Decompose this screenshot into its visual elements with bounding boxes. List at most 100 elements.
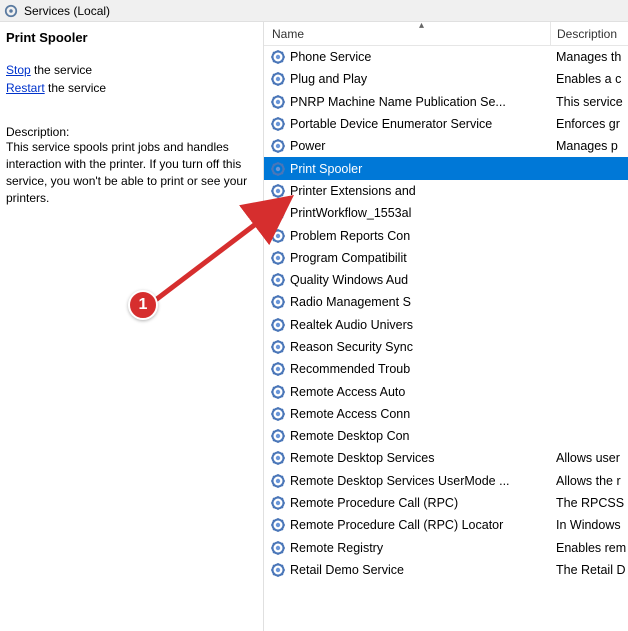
service-row[interactable]: Remote Procedure Call (RPC) The RPCSS: [264, 492, 628, 514]
service-gear-icon: [270, 450, 286, 466]
service-gear-icon: [270, 339, 286, 355]
column-header-name[interactable]: Name: [264, 27, 550, 41]
details-pane: Print Spooler Stop the service Restart t…: [0, 22, 264, 631]
service-row[interactable]: Plug and Play Enables a c: [264, 68, 628, 90]
service-gear-icon: [270, 250, 286, 266]
service-name-cell: Portable Device Enumerator Service: [264, 116, 550, 132]
service-row[interactable]: PrintWorkflow_1553al: [264, 202, 628, 224]
description-label: Description:: [6, 125, 255, 139]
service-name-cell: Program Compatibilit: [264, 250, 550, 266]
stop-link[interactable]: Stop: [6, 63, 31, 77]
service-row[interactable]: Remote Access Auto: [264, 380, 628, 402]
service-name-cell: PrintWorkflow_1553al: [264, 205, 550, 221]
service-name-text: Program Compatibilit: [290, 251, 407, 265]
sort-indicator-icon: ▴: [419, 20, 424, 31]
service-gear-icon: [270, 71, 286, 87]
service-gear-icon: [270, 495, 286, 511]
service-desc-cell: Enables a c: [550, 72, 628, 86]
service-row[interactable]: Radio Management S: [264, 291, 628, 313]
main-area: Print Spooler Stop the service Restart t…: [0, 22, 628, 631]
service-name-text: Plug and Play: [290, 72, 367, 86]
annotation-badge: 1: [128, 290, 158, 320]
service-name-text: Recommended Troub: [290, 362, 410, 376]
service-gear-icon: [270, 384, 286, 400]
service-gear-icon: [270, 272, 286, 288]
service-name-cell: Remote Desktop Con: [264, 428, 550, 444]
service-row[interactable]: Printer Extensions and: [264, 180, 628, 202]
service-name-text: Phone Service: [290, 50, 371, 64]
service-gear-icon: [270, 205, 286, 221]
service-row[interactable]: Recommended Troub: [264, 358, 628, 380]
service-gear-icon: [270, 294, 286, 310]
services-icon: [4, 4, 18, 18]
service-name-text: Remote Procedure Call (RPC) Locator: [290, 518, 503, 532]
service-row[interactable]: Program Compatibilit: [264, 247, 628, 269]
service-gear-icon: [270, 228, 286, 244]
title-text: Services (Local): [24, 4, 110, 18]
service-gear-icon: [270, 116, 286, 132]
service-row[interactable]: Portable Device Enumerator ServiceEnforc…: [264, 113, 628, 135]
service-name-cell: Problem Reports Con: [264, 228, 550, 244]
service-row[interactable]: Remote Desktop Con: [264, 425, 628, 447]
service-name-cell: Plug and Play: [264, 71, 550, 87]
restart-link[interactable]: Restart: [6, 81, 45, 95]
service-name-text: Quality Windows Aud: [290, 273, 408, 287]
service-gear-icon: [270, 161, 286, 177]
service-name-text: Remote Registry: [290, 541, 383, 555]
service-name-cell: Radio Management S: [264, 294, 550, 310]
service-name-text: Remote Desktop Con: [290, 429, 410, 443]
service-row[interactable]: Reason Security Sync: [264, 336, 628, 358]
service-name-cell: Remote Access Conn: [264, 406, 550, 422]
service-gear-icon: [270, 138, 286, 154]
service-name-text: PNRP Machine Name Publication Se...: [290, 95, 506, 109]
title-bar: Services (Local): [0, 0, 628, 22]
service-name-cell: Remote Procedure Call (RPC) Locator: [264, 517, 550, 533]
service-name-text: Reason Security Sync: [290, 340, 413, 354]
service-row[interactable]: Remote RegistryEnables rem: [264, 537, 628, 559]
service-name-text: Realtek Audio Univers: [290, 318, 413, 332]
service-name-text: Remote Desktop Services: [290, 451, 435, 465]
service-row[interactable]: Print Spooler: [264, 157, 628, 179]
service-row[interactable]: PowerManages p: [264, 135, 628, 157]
service-name-cell: Phone Service: [264, 49, 550, 65]
service-name-cell: Recommended Troub: [264, 361, 550, 377]
service-row[interactable]: Remote Desktop Services UserMode ...Allo…: [264, 470, 628, 492]
service-name-cell: PNRP Machine Name Publication Se...: [264, 94, 550, 110]
service-row[interactable]: Phone ServiceManages th: [264, 46, 628, 68]
service-row[interactable]: Remote Access Conn: [264, 403, 628, 425]
service-name-cell: Power: [264, 138, 550, 154]
service-desc-cell: The RPCSS: [550, 496, 628, 510]
service-desc-cell: Allows the r: [550, 474, 628, 488]
services-list[interactable]: Phone ServiceManages th Plug and Play Enab…: [264, 46, 628, 581]
service-gear-icon: [270, 361, 286, 377]
service-name-text: Remote Procedure Call (RPC): [290, 496, 458, 510]
service-name-text: Remote Access Conn: [290, 407, 410, 421]
service-name-text: Print Spooler: [290, 162, 362, 176]
service-name-text: Portable Device Enumerator Service: [290, 117, 492, 131]
service-gear-icon: [270, 428, 286, 444]
service-row[interactable]: Quality Windows Aud: [264, 269, 628, 291]
service-name-cell: Remote Desktop Services: [264, 450, 550, 466]
service-name-cell: Reason Security Sync: [264, 339, 550, 355]
service-row[interactable]: Retail Demo ServiceThe Retail D: [264, 559, 628, 581]
description-text: This service spools print jobs and handl…: [6, 139, 255, 207]
list-pane: ▴ Name Description Phone ServiceManages …: [264, 22, 628, 631]
service-row[interactable]: Remote Procedure Call (RPC) Locator In Wi…: [264, 514, 628, 536]
service-name-cell: Quality Windows Aud: [264, 272, 550, 288]
service-row[interactable]: Realtek Audio Univers: [264, 314, 628, 336]
service-name-text: Remote Access Auto: [290, 385, 405, 399]
service-name-text: Retail Demo Service: [290, 563, 404, 577]
column-header-description[interactable]: Description: [550, 22, 628, 45]
restart-suffix: the service: [45, 81, 106, 95]
service-name-text: Problem Reports Con: [290, 229, 410, 243]
service-desc-cell: This service: [550, 95, 628, 109]
service-desc-cell: In Windows: [550, 518, 628, 532]
service-row[interactable]: Remote Desktop ServicesAllows user: [264, 447, 628, 469]
column-headers[interactable]: ▴ Name Description: [264, 22, 628, 46]
service-gear-icon: [270, 94, 286, 110]
service-row[interactable]: Problem Reports Con: [264, 224, 628, 246]
service-name-cell: Print Spooler: [264, 161, 550, 177]
service-row[interactable]: PNRP Machine Name Publication Se... This …: [264, 91, 628, 113]
service-name-cell: Printer Extensions and: [264, 183, 550, 199]
service-name-text: Radio Management S: [290, 295, 411, 309]
